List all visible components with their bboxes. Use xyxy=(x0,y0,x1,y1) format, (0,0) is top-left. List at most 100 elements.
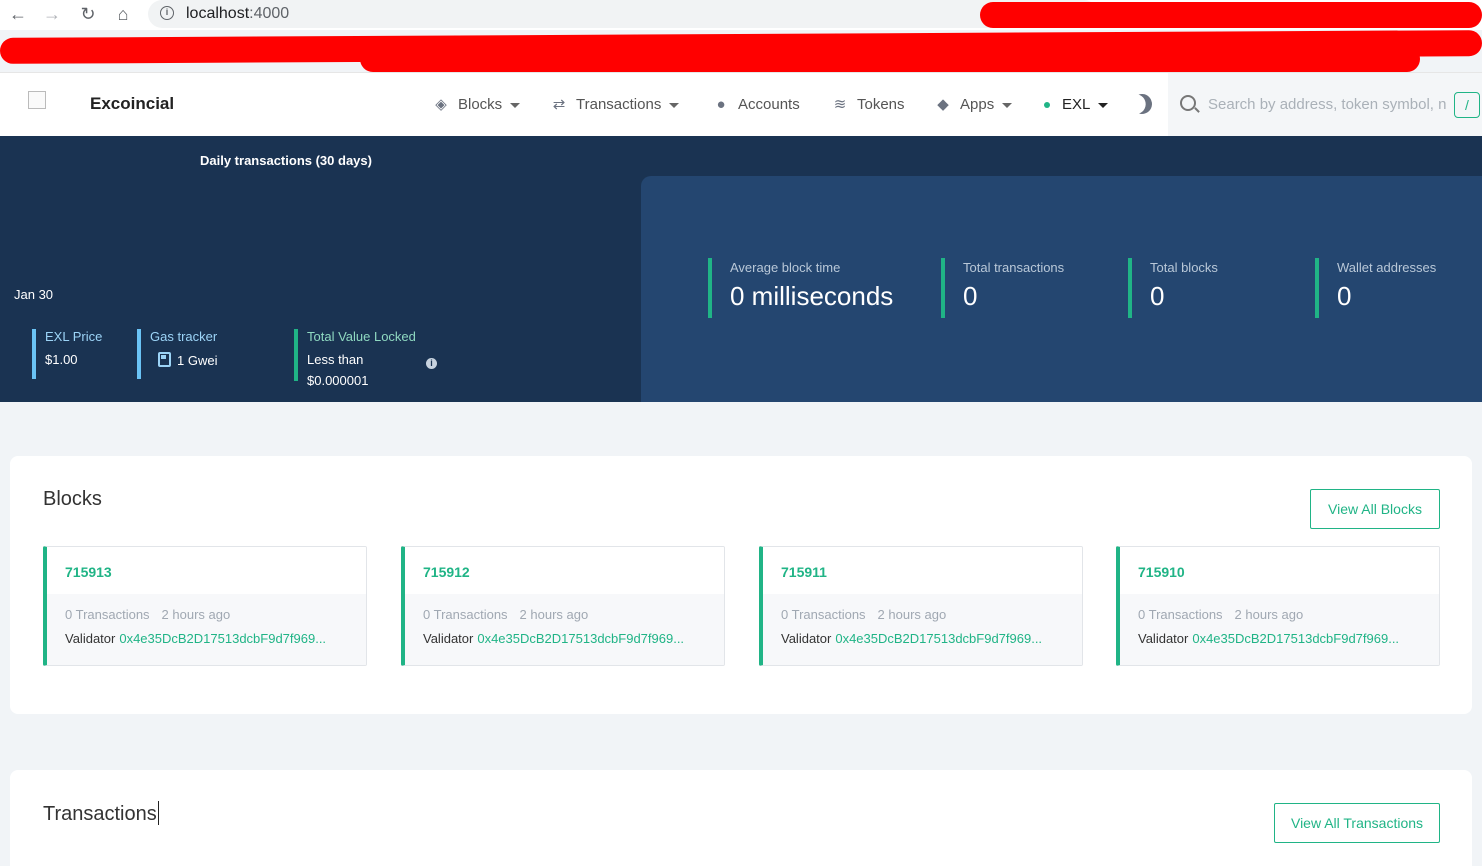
block-tile: 715913 0 Transactions 2 hours ago Validat… xyxy=(43,546,367,666)
block-meta: 0 Transactions 2 hours ago xyxy=(781,607,1082,622)
arrows-icon: ⇄ xyxy=(552,96,566,113)
transactions-title-text: Transactions xyxy=(43,803,157,825)
home-icon[interactable]: ⌂ xyxy=(111,3,135,25)
block-age: 2 hours ago xyxy=(519,607,589,622)
block-age: 2 hours ago xyxy=(161,607,231,622)
app-navbar: Excoincial ◈ Blocks ⇄ Transactions ● Accoun… xyxy=(0,72,1482,137)
dashboard-banner: Daily transactions (30 days) Jan 30 EXL … xyxy=(0,136,1482,402)
block-age: 2 hours ago xyxy=(1234,607,1304,622)
gas-pump-icon xyxy=(158,352,171,367)
brand-name[interactable]: Excoincial xyxy=(90,94,174,114)
block-age: 2 hours ago xyxy=(877,607,947,622)
nav-blocks[interactable]: ◈ Blocks xyxy=(432,95,521,115)
blocks-title: Blocks xyxy=(43,488,102,510)
chain-stats-panel: Average block time 0 milliseconds Total … xyxy=(641,176,1482,402)
total-blocks-stat: Total blocks 0 xyxy=(1128,258,1218,318)
transactions-card: Transactions View All Transactions xyxy=(10,770,1472,866)
block-number-link[interactable]: 715912 xyxy=(405,547,724,594)
gas-tracker-value-row: 1 Gwei xyxy=(150,352,217,368)
search-input[interactable] xyxy=(1208,93,1446,115)
total-blocks-value: 0 xyxy=(1150,281,1165,311)
tvl-value-line1: Less than xyxy=(307,352,364,367)
nav-apps[interactable]: ◆ Apps xyxy=(934,95,1013,115)
tvl-label: Total Value Locked xyxy=(307,329,416,344)
avg-block-time-value: 0 milliseconds xyxy=(730,281,894,311)
url-port: :4000 xyxy=(249,5,290,22)
block-number-link[interactable]: 715910 xyxy=(1120,547,1439,594)
block-tx-count: 0 Transactions xyxy=(423,607,508,622)
wallet-addresses-stat: Wallet addresses 0 xyxy=(1315,258,1436,318)
view-all-blocks-button[interactable]: View All Blocks xyxy=(1310,489,1440,529)
reload-icon[interactable]: ↻ xyxy=(76,3,100,25)
avg-block-time-stat: Average block time 0 milliseconds xyxy=(708,258,893,318)
chevron-down-icon xyxy=(669,102,680,108)
search-shortcut-key: / xyxy=(1454,92,1480,118)
user-icon: ● xyxy=(716,96,726,113)
tvl-value-line2: $0.000001 xyxy=(307,373,369,388)
nav-tokens[interactable]: ≋ Tokens xyxy=(831,95,905,115)
tvl-stat: Total Value Locked Less than $0.000001 xyxy=(294,329,416,388)
nav-apps-label: Apps xyxy=(960,96,995,113)
back-arrow-icon[interactable]: ← xyxy=(6,3,30,25)
nav-transactions[interactable]: ⇄ Transactions xyxy=(550,95,680,115)
block-meta: 0 Transactions 2 hours ago xyxy=(423,607,724,622)
block-number-link[interactable]: 715911 xyxy=(763,547,1082,594)
redaction-mark xyxy=(980,2,1482,28)
block-validator: Validator 0x4e35DcB2D17513dcbF9d7f969... xyxy=(1138,631,1439,646)
address-bar[interactable]: i localhost:4000 ☆ xyxy=(148,0,1233,28)
text-cursor xyxy=(157,801,159,825)
nav-transactions-label: Transactions xyxy=(576,96,662,113)
coins-icon: ≋ xyxy=(833,96,847,113)
block-validator: Validator 0x4e35DcB2D17513dcbF9d7f969... xyxy=(423,631,724,646)
block-tx-count: 0 Transactions xyxy=(1138,607,1223,622)
block-number-link[interactable]: 715913 xyxy=(47,547,366,594)
gas-tracker-stat: Gas tracker 1 Gwei xyxy=(137,329,217,379)
exl-price-label: EXL Price xyxy=(45,329,103,344)
block-tx-count: 0 Transactions xyxy=(65,607,150,622)
url-text[interactable]: localhost:4000 xyxy=(186,5,289,23)
redaction-mark xyxy=(360,46,1420,72)
search-icon xyxy=(1180,95,1196,111)
exl-price-stat: EXL Price $1.00 xyxy=(32,329,102,379)
validator-address-link[interactable]: 0x4e35DcB2D17513dcbF9d7f969... xyxy=(835,631,1042,646)
gas-tracker-label: Gas tracker xyxy=(150,329,218,344)
chevron-down-icon xyxy=(510,102,521,108)
validator-label: Validator xyxy=(65,631,116,646)
site-info-icon[interactable]: i xyxy=(160,6,174,20)
nav-blocks-label: Blocks xyxy=(458,96,503,113)
validator-address-link[interactable]: 0x4e35DcB2D17513dcbF9d7f969... xyxy=(1192,631,1399,646)
validator-label: Validator xyxy=(781,631,832,646)
wallet-addresses-value: 0 xyxy=(1337,281,1352,311)
blocks-card: Blocks View All Blocks 715913 0 Transact… xyxy=(10,456,1472,714)
gas-tracker-value: 1 Gwei xyxy=(177,353,218,368)
total-transactions-stat: Total transactions 0 xyxy=(941,258,1064,318)
network-status-dot xyxy=(1044,102,1050,109)
nav-network-label: EXL xyxy=(1062,96,1091,113)
nav-network[interactable]: EXL xyxy=(1044,95,1109,115)
block-tile-body: 0 Transactions 2 hours ago Validator 0x4e3… xyxy=(1120,594,1439,665)
chart-date-label: Jan 30 xyxy=(14,287,54,302)
total-blocks-label: Total blocks xyxy=(1150,260,1218,275)
transactions-title: Transactions xyxy=(43,801,159,826)
block-tx-count: 0 Transactions xyxy=(781,607,866,622)
validator-address-link[interactable]: 0x4e35DcB2D17513dcbF9d7f969... xyxy=(477,631,684,646)
block-tile: 715912 0 Transactions 2 hours ago Validat… xyxy=(401,546,725,666)
nav-tokens-label: Tokens xyxy=(857,96,905,113)
block-meta: 0 Transactions 2 hours ago xyxy=(65,607,366,622)
wallet-addresses-label: Wallet addresses xyxy=(1337,260,1437,275)
info-icon[interactable]: i xyxy=(426,358,437,369)
forward-arrow-icon[interactable]: → xyxy=(40,3,64,25)
validator-label: Validator xyxy=(1138,631,1189,646)
dark-mode-moon-icon[interactable] xyxy=(1129,91,1155,117)
chart-title: Daily transactions (30 days) xyxy=(200,153,372,168)
logo-image[interactable] xyxy=(28,91,46,109)
validator-address-link[interactable]: 0x4e35DcB2D17513dcbF9d7f969... xyxy=(119,631,326,646)
url-host: localhost xyxy=(186,5,250,22)
layers-icon: ◆ xyxy=(937,96,949,113)
view-all-transactions-button[interactable]: View All Transactions xyxy=(1274,803,1440,843)
nav-accounts[interactable]: ● Accounts xyxy=(712,95,799,115)
block-tile: 715911 0 Transactions 2 hours ago Validat… xyxy=(759,546,1083,666)
search-box: / xyxy=(1168,73,1482,137)
block-tile-body: 0 Transactions 2 hours ago Validator 0x4e3… xyxy=(47,594,366,665)
block-meta: 0 Transactions 2 hours ago xyxy=(1138,607,1439,622)
